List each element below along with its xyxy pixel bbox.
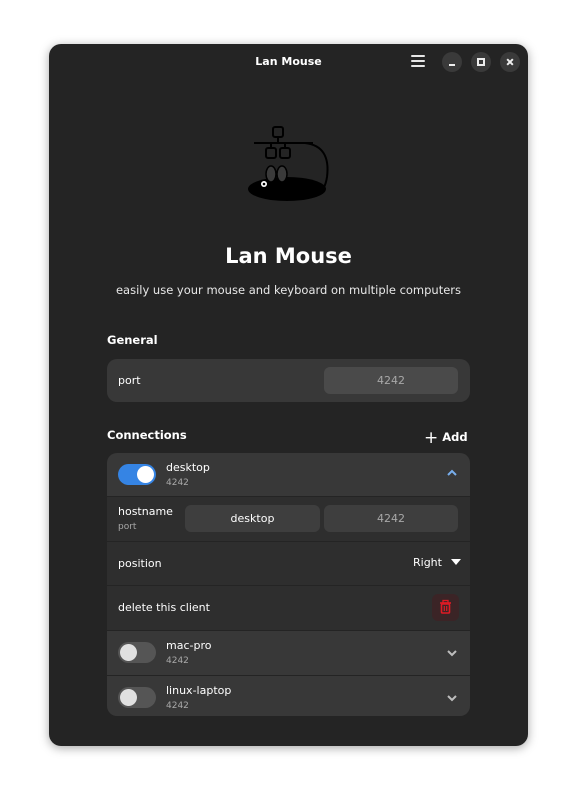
hostname-label: hostname [118,505,173,518]
switch-knob [120,644,137,661]
hostname-input[interactable]: desktop [185,505,320,532]
chevron-down-icon[interactable] [445,648,459,658]
position-row: position Right [107,542,470,586]
mouse-network-icon [248,126,329,201]
delete-label: delete this client [118,601,210,614]
client-name: linux-laptop [166,684,232,697]
position-value: Right [413,556,442,569]
connections-card: desktop 4242 hostname port desktop 4242 … [107,453,470,716]
position-label: position [118,557,162,570]
switch-knob [137,466,154,483]
client-port: 4242 [166,478,189,488]
connections-section-title: Connections [107,428,187,442]
add-client-button[interactable]: + Add [424,428,468,448]
port-input[interactable]: 4242 [324,367,458,394]
client-port: 4242 [166,656,189,666]
hostname-port-row: hostname port desktop 4242 [107,497,470,542]
position-dropdown[interactable]: Right [413,556,461,569]
client-port-input[interactable]: 4242 [324,505,458,532]
delete-row: delete this client [107,586,470,631]
chevron-down-icon[interactable] [445,693,459,703]
app-name-heading: Lan Mouse [225,244,352,268]
dropdown-arrow-icon [450,559,461,565]
delete-client-button[interactable] [432,594,459,621]
client-name: mac-pro [166,639,212,652]
client-port: 4242 [166,701,189,711]
minimize-button[interactable] [442,52,462,72]
hamburger-icon-line [411,65,425,67]
app-subtitle: easily use your mouse and keyboard on mu… [115,283,462,297]
client-row-mac-pro[interactable]: mac-pro 4242 [107,631,470,676]
app-window: Lan Mouse Lan Mouse easily use your mous… [49,44,528,746]
client-row-linux-laptop[interactable]: linux-laptop 4242 [107,676,470,716]
general-card: port 4242 [107,359,470,402]
hamburger-icon [411,55,425,57]
maximize-button[interactable] [471,52,491,72]
main-menu-button[interactable] [411,55,425,67]
client-enable-switch[interactable] [118,687,156,708]
switch-knob [120,689,137,706]
chevron-up-icon[interactable] [445,468,459,478]
client-enable-switch[interactable] [118,642,156,663]
trash-icon [440,599,451,614]
client-row-desktop[interactable]: desktop 4242 [107,453,470,497]
port-label: port [118,374,141,387]
hamburger-icon-line [411,60,425,62]
port-row: port 4242 [107,359,470,402]
header-bar: Lan Mouse [49,44,528,80]
general-section-title: General [107,333,158,347]
client-name: desktop [166,461,210,474]
close-button[interactable] [500,52,520,72]
plus-icon: + [424,428,439,448]
client-enable-switch[interactable] [118,464,156,485]
port-sublabel: port [118,522,137,532]
add-label: Add [442,430,468,444]
